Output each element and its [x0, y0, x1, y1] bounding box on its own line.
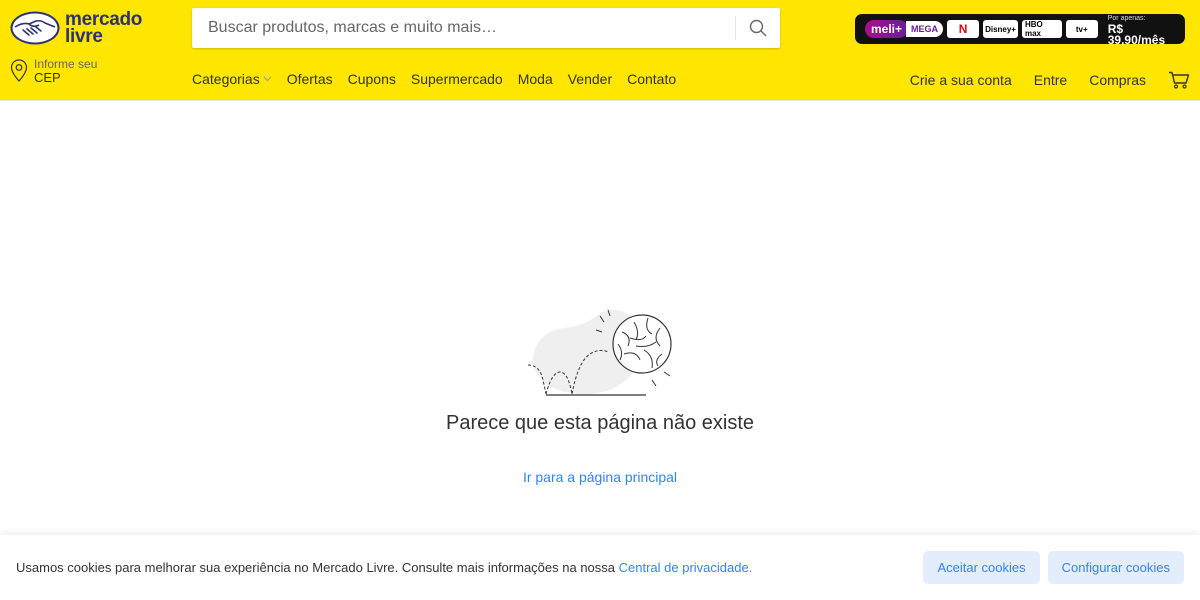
cookie-banner: Usamos cookies para melhorar sua experiê…: [0, 535, 1200, 600]
chevron-down-icon: [263, 76, 272, 82]
header: mercado livre meli+ MEGA N Disney+ HBO m…: [0, 0, 1200, 100]
nav-cupons[interactable]: Cupons: [348, 71, 396, 87]
mercado-livre-logo[interactable]: mercado livre: [9, 10, 142, 46]
nav-categorias[interactable]: Categorias: [192, 71, 272, 87]
not-found-illustration: [527, 309, 672, 396]
netflix-logo: N: [947, 20, 980, 38]
nav-contato[interactable]: Contato: [627, 71, 676, 87]
cart-icon[interactable]: [1168, 71, 1190, 89]
meli-plus-promo-banner[interactable]: meli+ MEGA N Disney+ HBO max tv+ Por ape…: [855, 13, 1185, 46]
promo-price-value: R$ 39,90/mês: [1107, 21, 1166, 47]
cookie-text: Usamos cookies para melhorar sua experiê…: [16, 560, 915, 575]
home-link-container: Ir para a página principal: [0, 469, 1200, 485]
location-value: CEP: [34, 70, 61, 85]
apple-tv-logo: tv+: [1065, 20, 1098, 38]
cookie-message: Usamos cookies para melhorar sua experiê…: [16, 560, 619, 575]
search-button[interactable]: [736, 8, 780, 48]
create-account-link[interactable]: Crie a sua conta: [910, 72, 1012, 88]
mega-badge: MEGA: [906, 21, 944, 37]
disney-plus-logo: Disney+: [983, 20, 1018, 38]
purchases-link[interactable]: Compras: [1089, 72, 1146, 88]
nav-categorias-label: Categorias: [192, 71, 260, 87]
home-link[interactable]: Ir para a página principal: [523, 469, 677, 485]
logo-text-line2: livre: [65, 26, 103, 47]
account-nav: Crie a sua conta Entre Compras: [888, 71, 1190, 89]
location-text: Informe seu CEP: [34, 58, 97, 85]
login-link[interactable]: Entre: [1034, 72, 1067, 88]
meli-plus-badge: meli+: [865, 20, 909, 38]
nav-ofertas[interactable]: Ofertas: [287, 71, 333, 87]
logo-text: mercado livre: [65, 10, 142, 47]
nav-vender[interactable]: Vender: [568, 71, 612, 87]
privacy-center-link[interactable]: Central de privacidade.: [619, 560, 753, 575]
main-nav: Categorias Ofertas Cupons Supermercado M…: [192, 71, 691, 87]
accept-cookies-button[interactable]: Aceitar cookies: [923, 551, 1040, 584]
location-pin-icon: [10, 59, 28, 82]
search-input[interactable]: [192, 8, 735, 48]
configure-cookies-button[interactable]: Configurar cookies: [1047, 551, 1184, 584]
search-bar: [192, 8, 780, 48]
location-selector[interactable]: Informe seu CEP: [10, 58, 97, 84]
nav-moda[interactable]: Moda: [518, 71, 553, 87]
page-title: Parece que esta página não existe: [446, 412, 754, 434]
nav-supermercado[interactable]: Supermercado: [411, 71, 503, 87]
promo-price: Por apenas: R$ 39,90/mês: [1108, 13, 1179, 46]
handshake-logo-icon: [10, 11, 60, 45]
hbo-max-logo: HBO max: [1021, 20, 1062, 38]
search-icon: [749, 19, 767, 37]
